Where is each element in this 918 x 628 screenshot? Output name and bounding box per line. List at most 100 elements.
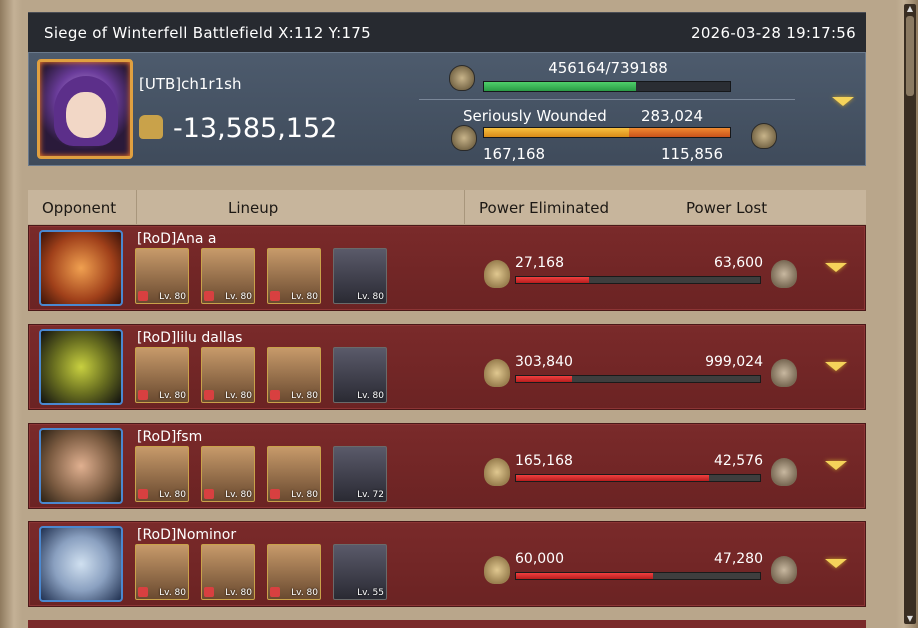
power-ratio-fill	[516, 277, 590, 283]
hero-level: Lv. 80	[357, 391, 384, 401]
divider	[419, 99, 795, 100]
wounded-bar-left	[484, 128, 630, 137]
hero-portrait[interactable]: Lv. 80	[135, 248, 189, 304]
power-ratio-bar	[515, 375, 761, 383]
opponent-row[interactable]: [RoD]fsm Lv. 80 Lv. 80 Lv. 80 Lv. 72 165,168 4…	[28, 423, 866, 509]
hero-level: Lv. 80	[291, 588, 318, 598]
opponent-name: [RoD]fsm	[137, 429, 203, 445]
hero-level: Lv. 80	[291, 292, 318, 302]
skull-helmet-icon	[771, 458, 797, 486]
dragon-portrait[interactable]: Lv. 80	[333, 347, 387, 403]
sword-helmet-icon	[484, 260, 510, 288]
troop-type-icon	[270, 587, 280, 597]
troop-type-icon	[138, 291, 148, 301]
hero-level: Lv. 72	[357, 490, 384, 500]
scroll-down-arrow-icon[interactable]: ▼	[904, 614, 916, 624]
hero-level: Lv. 80	[291, 391, 318, 401]
troop-type-icon	[204, 489, 214, 499]
opponent-name: [RoD]Ana a	[137, 231, 217, 247]
power-eliminated: 27,168	[515, 255, 564, 271]
dragon-portrait[interactable]: Lv. 72	[333, 446, 387, 502]
scroll-thumb[interactable]	[906, 16, 914, 96]
expand-chevron-icon[interactable]	[825, 559, 847, 568]
scrollbar[interactable]: ▲ ▼	[904, 4, 916, 624]
sword-helmet-icon	[484, 556, 510, 584]
troop-type-icon	[270, 489, 280, 499]
hero-portrait[interactable]: Lv. 80	[201, 544, 255, 600]
power-ratio-bar	[515, 572, 761, 580]
power-ratio-fill	[516, 475, 709, 481]
hero-portrait[interactable]: Lv. 80	[267, 347, 321, 403]
col-eliminated: Power Eliminated	[479, 199, 610, 217]
player-power: -13,585,152	[173, 113, 338, 144]
hero-portrait[interactable]: Lv. 80	[135, 347, 189, 403]
opponent-avatar[interactable]	[39, 329, 123, 405]
dragon-portrait[interactable]: Lv. 80	[333, 248, 387, 304]
hero-level: Lv. 55	[357, 588, 384, 598]
power-ratio-bar	[515, 474, 761, 482]
col-lineup: Lineup	[228, 199, 279, 217]
hero-portrait[interactable]: Lv. 80	[201, 446, 255, 502]
battle-title-bar: Siege of Winterfell Battlefield X:112 Y:…	[28, 12, 866, 52]
hero-level: Lv. 80	[225, 490, 252, 500]
opponent-name: [RoD]Nominor	[137, 527, 237, 543]
player-avatar[interactable]	[37, 59, 133, 159]
opponent-name: [RoD]lilu dallas	[137, 330, 243, 346]
player-name: [UTB]ch1r1sh	[139, 75, 242, 93]
hero-portrait[interactable]: Lv. 80	[267, 446, 321, 502]
wounded-left-value: 167,168	[483, 145, 546, 163]
hero-level: Lv. 80	[159, 490, 186, 500]
expand-chevron-icon[interactable]	[825, 461, 847, 470]
battle-timestamp: 2026-03-28 19:17:56	[690, 23, 856, 42]
expand-chevron-icon[interactable]	[825, 362, 847, 371]
troop-type-icon	[204, 390, 214, 400]
hero-portrait[interactable]: Lv. 80	[135, 544, 189, 600]
hero-portrait[interactable]: Lv. 80	[201, 248, 255, 304]
col-opponent: Opponent	[42, 199, 117, 217]
troop-type-icon	[138, 489, 148, 499]
scroll-up-arrow-icon[interactable]: ▲	[904, 4, 916, 14]
power-eliminated: 165,168	[515, 453, 573, 469]
next-row-partial	[28, 620, 866, 628]
shield-icon	[451, 125, 477, 151]
hero-level: Lv. 80	[357, 292, 384, 302]
wounded-right-value: 115,856	[661, 145, 724, 163]
player-summary-panel: [UTB]ch1r1sh -13,585,152 456164/739188 S…	[28, 52, 866, 166]
sword-helmet-icon	[484, 359, 510, 387]
wounded-bar-right	[629, 128, 730, 137]
sword-helmet-icon	[484, 458, 510, 486]
hero-level: Lv. 80	[159, 391, 186, 401]
power-lost: 42,576	[714, 453, 763, 469]
power-eliminated: 60,000	[515, 551, 564, 567]
hero-level: Lv. 80	[225, 292, 252, 302]
opponent-avatar[interactable]	[39, 230, 123, 306]
troop-helmet-icon	[449, 65, 475, 91]
opponent-row[interactable]: [RoD]Ana a Lv. 80 Lv. 80 Lv. 80 Lv. 80 27,168…	[28, 225, 866, 311]
wounded-label: Seriously Wounded	[463, 107, 607, 125]
troop-type-icon	[270, 390, 280, 400]
power-lost: 63,600	[714, 255, 763, 271]
hero-portrait[interactable]: Lv. 80	[201, 347, 255, 403]
power-ratio-fill	[516, 573, 653, 579]
opponent-avatar[interactable]	[39, 526, 123, 602]
hero-level: Lv. 80	[225, 391, 252, 401]
power-lost: 47,280	[714, 551, 763, 567]
opponent-row[interactable]: [RoD]lilu dallas Lv. 80 Lv. 80 Lv. 80 Lv. 80…	[28, 324, 866, 410]
power-eliminated: 303,840	[515, 354, 573, 370]
hero-portrait[interactable]: Lv. 80	[135, 446, 189, 502]
troop-type-icon	[138, 587, 148, 597]
wounded-value: 283,024	[641, 107, 704, 125]
hero-portrait[interactable]: Lv. 80	[267, 544, 321, 600]
column-header: Opponent Lineup Power Eliminated Power L…	[28, 190, 866, 224]
skull-helmet-icon	[771, 260, 797, 288]
skull-helmet-icon	[771, 359, 797, 387]
power-ratio-fill	[516, 376, 573, 382]
hero-level: Lv. 80	[159, 292, 186, 302]
fist-icon	[139, 115, 163, 139]
opponent-row[interactable]: [RoD]Nominor Lv. 80 Lv. 80 Lv. 80 Lv. 55 60,0…	[28, 521, 866, 607]
hero-portrait[interactable]: Lv. 80	[267, 248, 321, 304]
opponent-avatar[interactable]	[39, 428, 123, 504]
dragon-portrait[interactable]: Lv. 55	[333, 544, 387, 600]
expand-chevron-icon[interactable]	[832, 97, 854, 106]
expand-chevron-icon[interactable]	[825, 263, 847, 272]
